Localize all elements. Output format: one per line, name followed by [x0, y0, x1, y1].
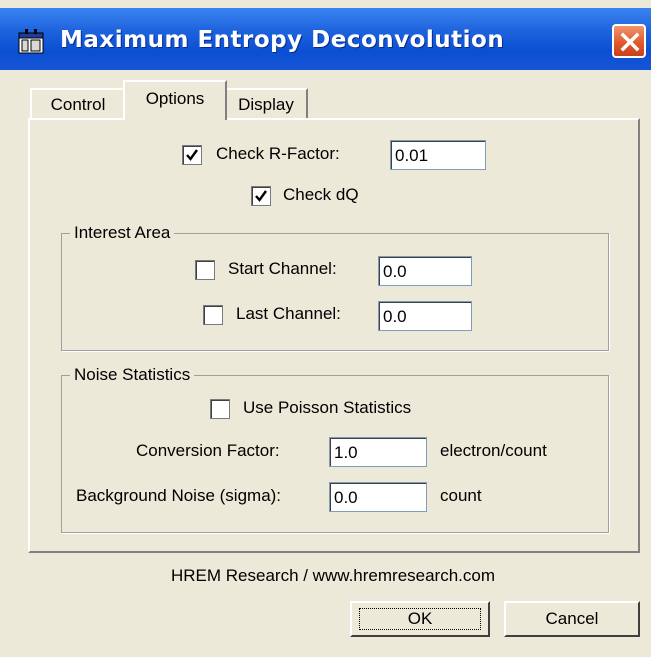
last-channel-checkbox[interactable] [203, 305, 223, 325]
tab-display-label: Display [238, 95, 294, 114]
window-title: Maximum Entropy Deconvolution [60, 27, 505, 53]
app-window-icon [18, 28, 44, 54]
check-r-factor-checkbox[interactable] [182, 145, 202, 165]
options-panel: Check R-Factor: 0.01 Check dQ Interest A… [28, 118, 640, 553]
focus-rect [359, 608, 481, 630]
checkmark-icon [255, 190, 267, 202]
interest-area-title: Interest Area [70, 223, 175, 243]
r-factor-input[interactable]: 0.01 [390, 140, 486, 170]
dialog-window: Maximum Entropy Deconvolution Control Op… [0, 0, 651, 657]
close-button[interactable] [612, 24, 646, 58]
use-poisson-label: Use Poisson Statistics [243, 398, 412, 417]
cancel-button-label: Cancel [545, 609, 599, 628]
tab-options[interactable]: Options [123, 80, 227, 120]
last-channel-input[interactable]: 0.0 [378, 301, 472, 331]
footer-credit: HREM Research / www.hremresearch.com [170, 566, 496, 585]
conversion-factor-label: Conversion Factor: [136, 441, 280, 460]
conversion-factor-unit: electron/count [440, 441, 547, 460]
interest-area-group: Interest Area [61, 223, 609, 351]
start-channel-input[interactable]: 0.0 [378, 256, 472, 286]
title-bar[interactable]: Maximum Entropy Deconvolution [0, 8, 651, 70]
background-noise-label: Background Noise (sigma): [76, 486, 282, 505]
check-r-factor-label: Check R-Factor: [216, 144, 340, 163]
tab-control[interactable]: Control [30, 88, 126, 118]
tab-control-label: Control [50, 95, 106, 114]
tab-display[interactable]: Display [224, 88, 308, 118]
close-icon [620, 32, 640, 52]
start-channel-label: Start Channel: [228, 259, 337, 278]
use-poisson-checkbox[interactable] [210, 399, 230, 419]
noise-statistics-title: Noise Statistics [70, 365, 195, 385]
last-channel-label: Last Channel: [236, 304, 341, 323]
cancel-button[interactable]: Cancel [504, 601, 640, 637]
start-channel-checkbox[interactable] [195, 260, 215, 280]
tab-options-label: Options [145, 89, 205, 108]
check-dq-label: Check dQ [283, 185, 359, 204]
background-noise-unit: count [440, 486, 482, 505]
ok-button[interactable]: OK [350, 601, 490, 637]
background-noise-input[interactable]: 0.0 [329, 482, 427, 512]
check-dq-checkbox[interactable] [251, 186, 271, 206]
conversion-factor-input[interactable]: 1.0 [329, 437, 427, 467]
checkmark-icon [186, 149, 198, 161]
